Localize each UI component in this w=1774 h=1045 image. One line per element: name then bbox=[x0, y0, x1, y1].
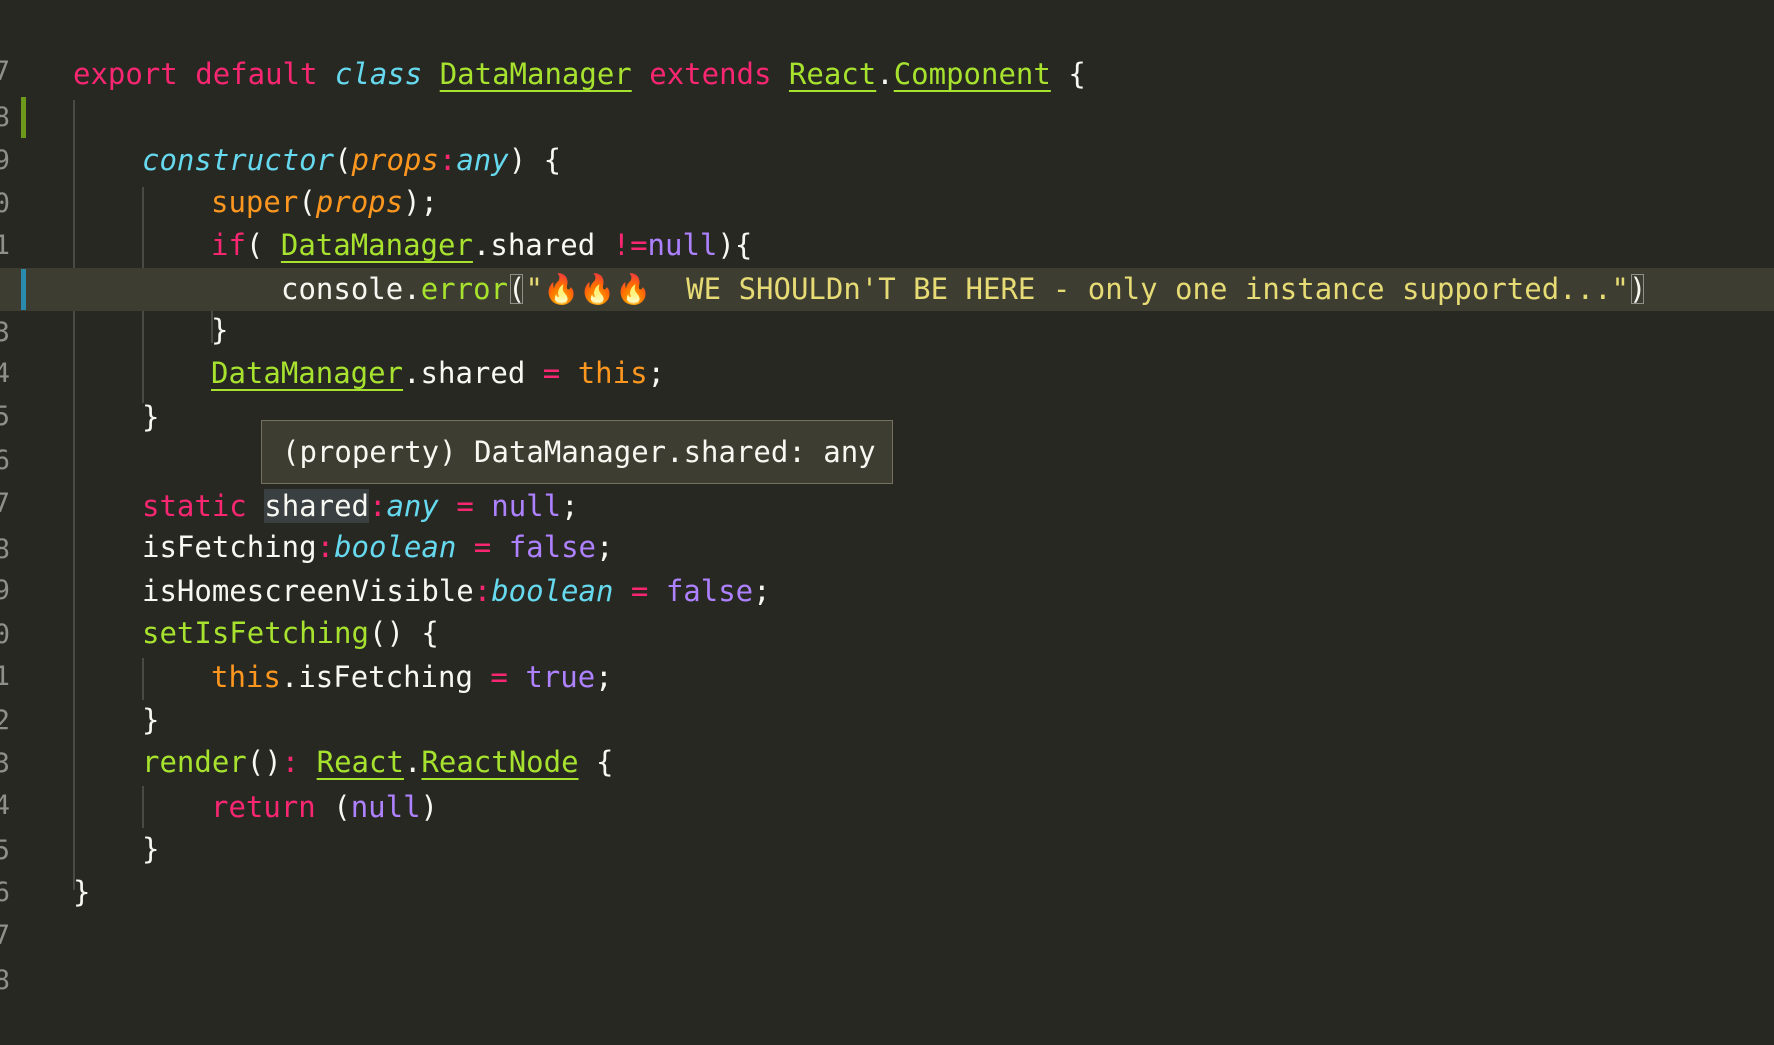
code-line[interactable]: 6 } bbox=[0, 828, 1774, 908]
added-line-marker bbox=[21, 97, 26, 138]
code-line[interactable]: 4 render(): React.ReactNode { bbox=[0, 741, 1774, 821]
bracket-match: ( bbox=[508, 272, 526, 306]
code-text: return (null) bbox=[211, 790, 439, 824]
code-text: isFetching:boolean = false; bbox=[142, 530, 614, 564]
fire-emoji-icon: 🔥🔥🔥 bbox=[542, 272, 652, 306]
code-line[interactable]: 5 return (null) bbox=[0, 786, 1774, 866]
code-text: setIsFetching() { bbox=[142, 616, 439, 650]
code-text: } bbox=[142, 400, 160, 434]
code-line[interactable]: 1 super(props); bbox=[0, 181, 1774, 261]
code-line[interactable]: 2 this.isFetching = true; bbox=[0, 656, 1774, 736]
code-line[interactable]: 3 } bbox=[0, 699, 1774, 779]
code-text: isHomescreenVisible:boolean = false; bbox=[142, 574, 771, 608]
code-text: this.isFetching = true; bbox=[211, 660, 613, 694]
code-line[interactable]: 0 isHomescreenVisible:boolean = false; bbox=[0, 570, 1774, 650]
code-text: export default class DataManager extends… bbox=[73, 57, 1086, 91]
hovered-symbol: shared bbox=[264, 489, 369, 523]
code-line[interactable]: 0 constructor(props:any) { bbox=[0, 139, 1774, 219]
code-text: } bbox=[142, 703, 160, 737]
hover-tooltip: (property) DataManager.shared: any bbox=[261, 420, 893, 484]
code-line[interactable]: 7 bbox=[0, 7, 1774, 87]
code-line[interactable]: 8 export default class DataManager exten… bbox=[0, 53, 1774, 133]
code-line[interactable]: 5 DataManager.shared = this; bbox=[0, 352, 1774, 432]
code-editor[interactable]: 7 8 export default class DataManager ext… bbox=[0, 0, 1774, 998]
code-line[interactable]: 9 isFetching:boolean = false; bbox=[0, 526, 1774, 606]
code-line[interactable]: 4 } bbox=[0, 309, 1774, 389]
code-line[interactable]: 8 bbox=[0, 916, 1774, 996]
code-text: } bbox=[211, 313, 229, 347]
modified-line-marker bbox=[21, 269, 26, 310]
line-number: 8 bbox=[0, 965, 10, 996]
code-text: render(): React.ReactNode { bbox=[142, 745, 614, 779]
code-text: super(props); bbox=[211, 185, 439, 219]
code-text: } bbox=[73, 875, 91, 909]
code-line[interactable]: 8 static shared:any = null; bbox=[0, 485, 1774, 565]
code-text: DataManager.shared = this; bbox=[211, 356, 666, 390]
code-line[interactable]: 9 bbox=[0, 96, 1774, 176]
code-text: } bbox=[142, 832, 160, 866]
bracket-match: ) bbox=[1629, 272, 1647, 306]
code-line[interactable]: 1 setIsFetching() { bbox=[0, 612, 1774, 692]
code-line[interactable]: 7 } bbox=[0, 871, 1774, 951]
code-text: static shared:any = null; bbox=[142, 489, 579, 523]
code-text: if( DataManager.shared !=null){ bbox=[211, 228, 753, 262]
code-text: constructor(props:any) { bbox=[142, 143, 562, 177]
code-text: console.error("🔥🔥🔥 WE SHOULDn'T BE HERE … bbox=[281, 272, 1647, 306]
code-line[interactable]: 2 if( DataManager.shared !=null){ bbox=[0, 224, 1774, 304]
code-line-current[interactable]: 3 console.error("🔥🔥🔥 WE SHOULDn'T BE HER… bbox=[0, 268, 1774, 348]
